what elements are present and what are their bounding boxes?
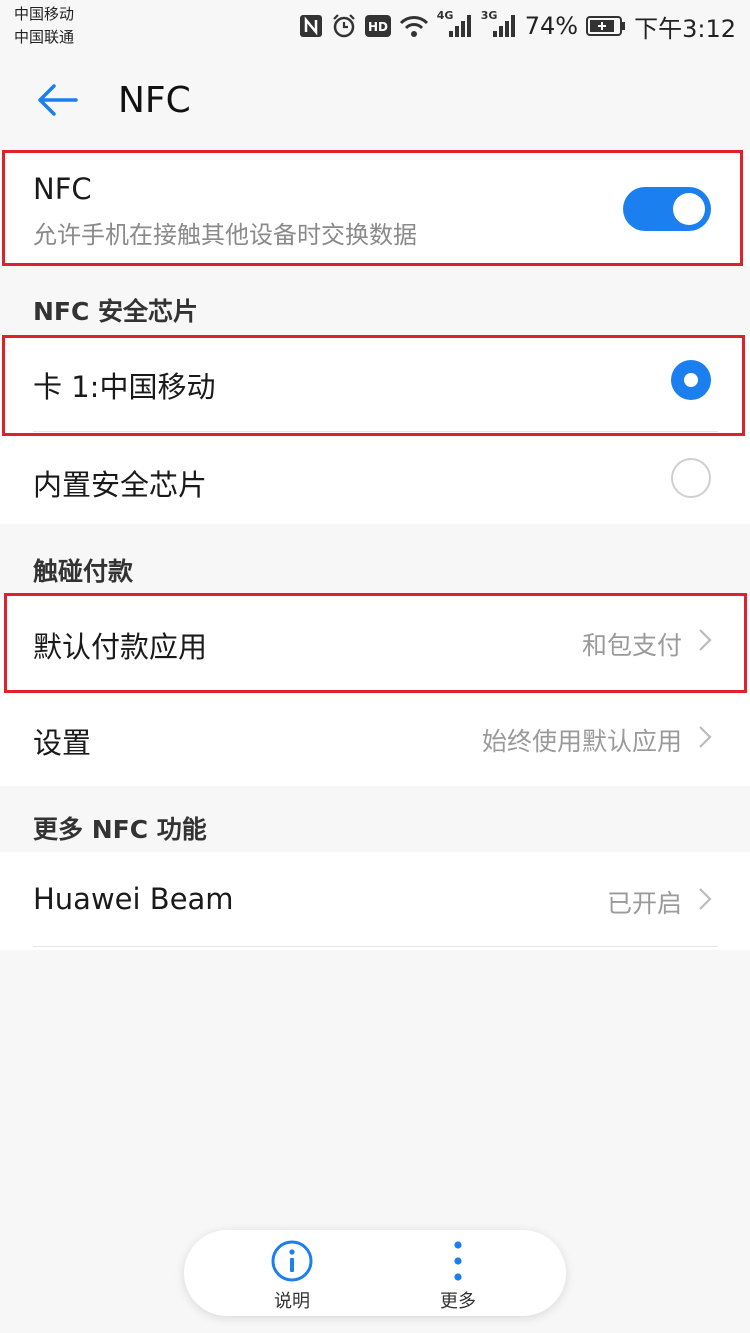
- info-label: 说明: [274, 1291, 310, 1312]
- info-icon: [271, 1240, 313, 1282]
- carrier-2: 中国联通: [14, 28, 75, 46]
- battery-percent: 74%: [524, 12, 579, 40]
- highlight-box-payment: [4, 593, 747, 693]
- wifi-icon: [399, 16, 428, 37]
- chevron-right-icon: [699, 726, 712, 748]
- hd-icon: HD: [364, 15, 391, 37]
- svg-text:HD: HD: [368, 20, 388, 34]
- carrier-1: 中国移动: [14, 5, 75, 23]
- page-title: NFC: [118, 80, 191, 121]
- payment-settings-value: 始终使用默认应用: [481, 727, 682, 756]
- payment-settings-label[interactable]: 设置: [33, 720, 91, 762]
- more-button[interactable]: 更多: [416, 1236, 500, 1312]
- signal-3g-icon: 3G: [481, 9, 517, 39]
- divider: [33, 946, 718, 947]
- chevron-right-icon: [699, 888, 712, 910]
- clock: 下午3:12: [634, 14, 736, 43]
- section-header-payment: 触碰付款: [33, 557, 134, 586]
- nfc-icon: [299, 15, 322, 37]
- huawei-beam-label[interactable]: Huawei Beam: [33, 882, 234, 916]
- more-vertical-icon: [454, 1241, 462, 1281]
- bottom-action-bar: [184, 1230, 566, 1316]
- more-label: 更多: [440, 1291, 476, 1312]
- status-icons: HD 4G 3G 74% 下午3:12: [299, 8, 736, 44]
- signal-4g-icon: 4G: [437, 9, 473, 39]
- highlight-box-nfc: [2, 150, 743, 266]
- battery-icon: [586, 16, 626, 36]
- info-button[interactable]: 说明: [250, 1236, 334, 1312]
- option-label-builtin[interactable]: 内置安全芯片: [33, 462, 207, 504]
- huawei-beam-value: 已开启: [606, 889, 682, 918]
- section-header-more-nfc: 更多 NFC 功能: [33, 815, 207, 844]
- radio-builtin[interactable]: [671, 458, 711, 498]
- alarm-icon: [332, 14, 355, 38]
- section-header-secure-chip: NFC 安全芯片: [33, 297, 199, 326]
- highlight-box-card1: [2, 335, 745, 436]
- back-arrow-icon[interactable]: [30, 78, 86, 122]
